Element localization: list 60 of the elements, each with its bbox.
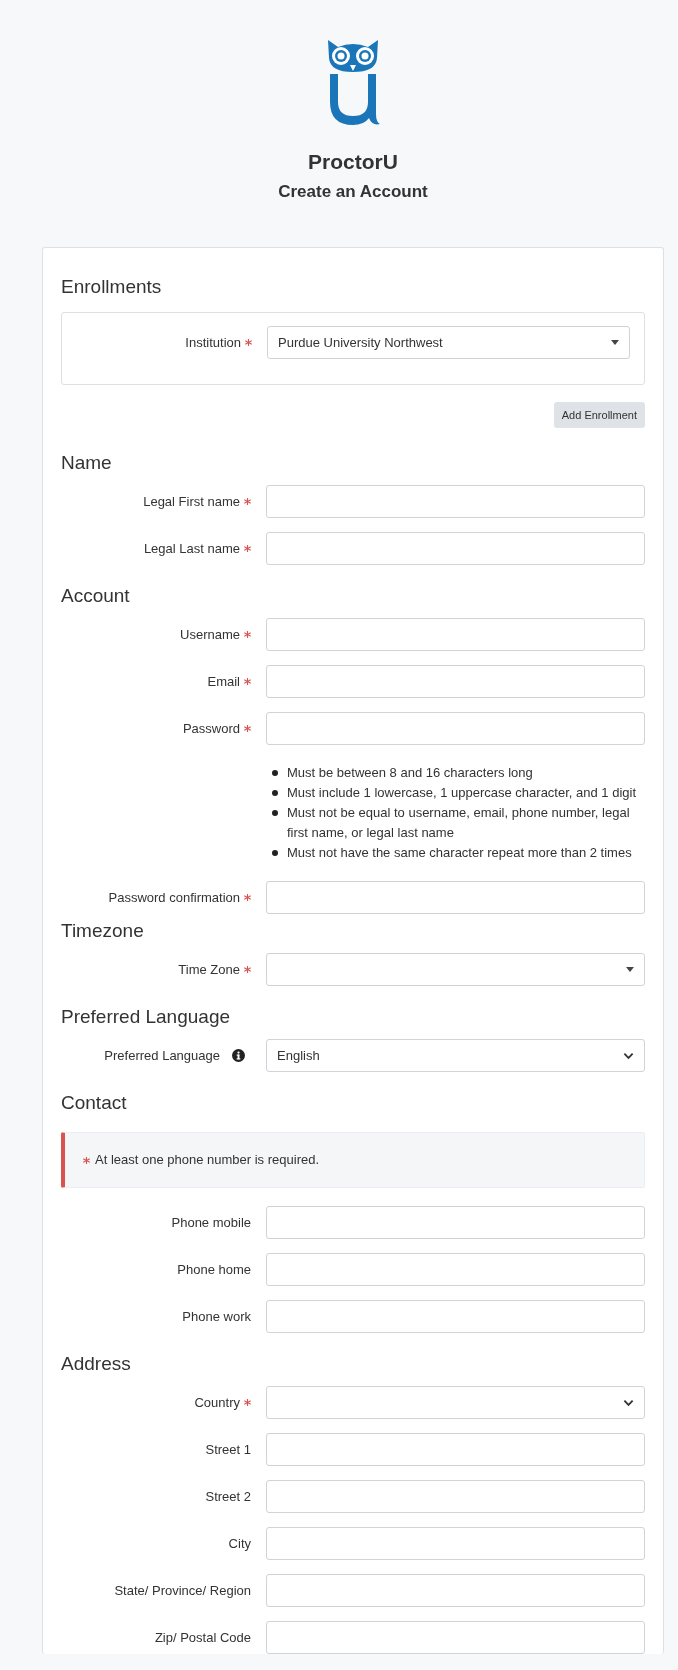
field-label: Legal First name — [143, 492, 240, 511]
password-rule: Must not have the same character repeat more than 2 times — [287, 844, 632, 862]
field-label: Username — [180, 625, 240, 644]
text-input[interactable] — [266, 712, 645, 745]
chevron-icon — [623, 1398, 634, 1407]
caret-icon — [626, 967, 634, 972]
text-input[interactable] — [266, 1433, 645, 1466]
section-heading: Timezone — [61, 919, 145, 943]
select-field[interactable]: English — [266, 1039, 645, 1072]
section-heading: Contact — [61, 1091, 128, 1115]
section-heading: Name — [61, 451, 113, 475]
chevron-icon — [623, 1051, 634, 1060]
field-label: Phone home — [177, 1260, 251, 1279]
field-label: Preferred Language — [104, 1046, 220, 1065]
select-field[interactable]: Purdue University Northwest — [267, 326, 630, 359]
field-label: Time Zone — [178, 960, 240, 979]
text-input[interactable] — [266, 1527, 645, 1560]
field-label: Email — [207, 672, 240, 691]
field-label: Street 1 — [205, 1440, 251, 1459]
section-heading: Account — [61, 584, 131, 608]
field-label: Legal Last name — [143, 539, 240, 558]
field-label: Password confirmation — [108, 888, 240, 907]
alert-message: At least one phone number is required. — [95, 1151, 320, 1170]
text-input[interactable] — [266, 618, 645, 651]
page-title: Create an Account — [277, 181, 429, 203]
select-field[interactable] — [266, 1386, 645, 1419]
select-field[interactable] — [266, 953, 645, 986]
section-heading: Preferred Language — [61, 1005, 231, 1029]
section-heading: Address — [61, 1352, 132, 1376]
field-label: Street 2 — [205, 1487, 251, 1506]
text-input[interactable] — [266, 1480, 645, 1513]
field-label: Password — [182, 719, 240, 738]
text-input[interactable] — [266, 1253, 645, 1286]
bullet-icon — [272, 770, 278, 776]
bullet-icon — [272, 810, 278, 816]
text-input[interactable] — [266, 1574, 645, 1607]
section-heading: Enrollments — [61, 275, 163, 299]
bullet-icon — [272, 790, 278, 796]
text-input[interactable] — [266, 1621, 645, 1654]
text-input[interactable] — [266, 665, 645, 698]
bullet-icon — [272, 850, 278, 856]
field-label: Institution — [185, 333, 241, 352]
add-enrollment-button[interactable]: Add Enrollment — [553, 402, 645, 428]
field-label: Zip/ Postal Code — [154, 1628, 251, 1647]
brand-name: ProctorU — [307, 149, 399, 175]
text-input[interactable] — [266, 881, 645, 914]
field-label: City — [228, 1534, 251, 1553]
owl-logo-icon — [326, 38, 380, 126]
caret-icon — [611, 340, 619, 345]
field-label: Country — [194, 1393, 240, 1412]
text-input[interactable] — [266, 532, 645, 565]
field-label: State/ Province/ Region — [114, 1581, 251, 1600]
text-input[interactable] — [266, 1300, 645, 1333]
password-rule: Must not be equal to username, email, phone number, legal first name, or legal last name — [287, 804, 631, 842]
field-label: Phone work — [182, 1307, 251, 1326]
text-input[interactable] — [266, 485, 645, 518]
password-rule: Must include 1 lowercase, 1 uppercase character, and 1 digit — [287, 784, 637, 802]
text-input[interactable] — [266, 1206, 645, 1239]
password-rule: Must be between 8 and 16 characters long — [287, 764, 533, 782]
field-label: Phone mobile — [171, 1213, 251, 1232]
